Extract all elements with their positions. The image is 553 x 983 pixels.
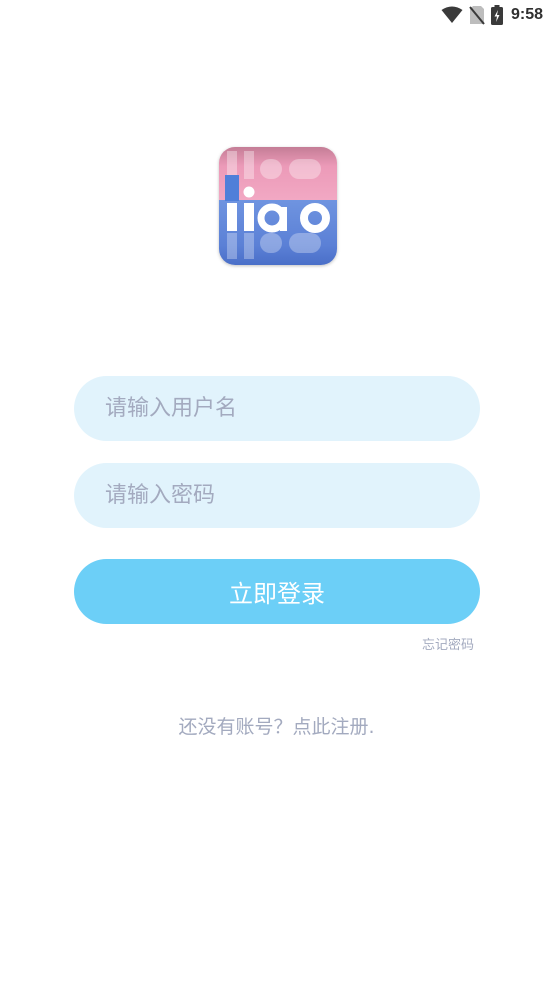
password-field[interactable] — [74, 463, 480, 528]
status-bar: 9:58 — [0, 0, 553, 30]
wifi-icon — [441, 6, 463, 24]
forgot-password-link[interactable]: 忘记密码 — [422, 634, 474, 653]
status-icons: 9:58 — [441, 4, 543, 26]
battery-charging-icon — [490, 5, 503, 25]
username-input[interactable] — [74, 376, 480, 441]
login-button[interactable]: 立即登录 — [74, 559, 480, 624]
username-field[interactable] — [74, 376, 480, 441]
no-sim-icon — [469, 5, 485, 25]
password-input[interactable] — [74, 463, 480, 528]
register-link[interactable]: 还没有账号？点此注册. — [0, 712, 553, 739]
status-time: 9:58 — [510, 6, 543, 23]
app-logo — [219, 147, 337, 265]
